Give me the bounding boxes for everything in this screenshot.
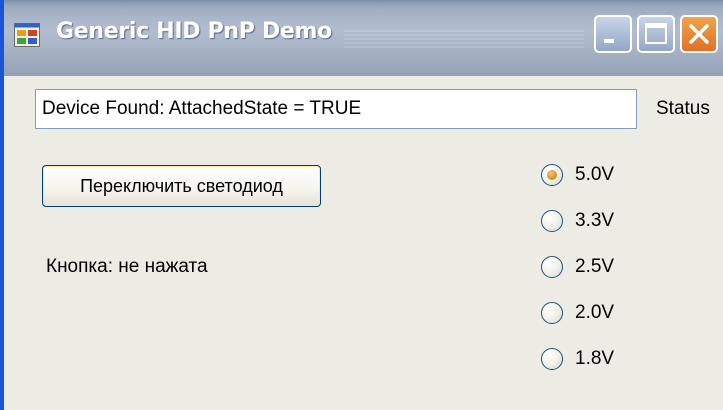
close-icon bbox=[689, 24, 709, 44]
status-text-field[interactable]: Device Found: AttachedState = TRUE bbox=[35, 89, 637, 129]
maximize-icon bbox=[645, 23, 667, 44]
close-button[interactable] bbox=[680, 15, 718, 53]
client-area: Device Found: AttachedState = TRUE Statu… bbox=[4, 76, 723, 410]
radio-button-icon[interactable] bbox=[541, 348, 563, 370]
radio-button-icon[interactable] bbox=[541, 164, 563, 186]
radio-button-icon[interactable] bbox=[541, 302, 563, 324]
radio-label: 2.0V bbox=[575, 302, 615, 323]
radio-label: 2.5V bbox=[575, 256, 615, 277]
title-bar[interactable]: Generic HID PnP Demo bbox=[4, 0, 723, 76]
radio-option-2v5[interactable]: 2.5V bbox=[541, 252, 661, 282]
minimize-button[interactable] bbox=[594, 15, 632, 53]
app-window: Generic HID PnP Demo Device Found: Attac… bbox=[0, 0, 723, 410]
app-window-icon[interactable] bbox=[14, 23, 40, 47]
radio-option-1v8[interactable]: 1.8V bbox=[541, 344, 661, 374]
radio-label: 3.3V bbox=[575, 210, 615, 231]
radio-label: 5.0V bbox=[575, 164, 615, 185]
toggle-led-button[interactable]: Переключить светодиод bbox=[42, 165, 321, 207]
radio-option-2v0[interactable]: 2.0V bbox=[541, 298, 661, 328]
maximize-button[interactable] bbox=[637, 15, 675, 53]
button-state-label: Кнопка: не нажата bbox=[46, 256, 208, 277]
radio-option-3v3[interactable]: 3.3V bbox=[541, 206, 661, 236]
radio-button-icon[interactable] bbox=[541, 256, 563, 278]
radio-button-icon[interactable] bbox=[541, 210, 563, 232]
status-label: Status bbox=[656, 98, 710, 119]
radio-option-5v[interactable]: 5.0V bbox=[541, 160, 661, 190]
minimize-icon bbox=[604, 39, 614, 43]
window-title: Generic HID PnP Demo bbox=[56, 19, 332, 44]
radio-label: 1.8V bbox=[575, 348, 615, 369]
title-bar-texture bbox=[344, 30, 584, 48]
